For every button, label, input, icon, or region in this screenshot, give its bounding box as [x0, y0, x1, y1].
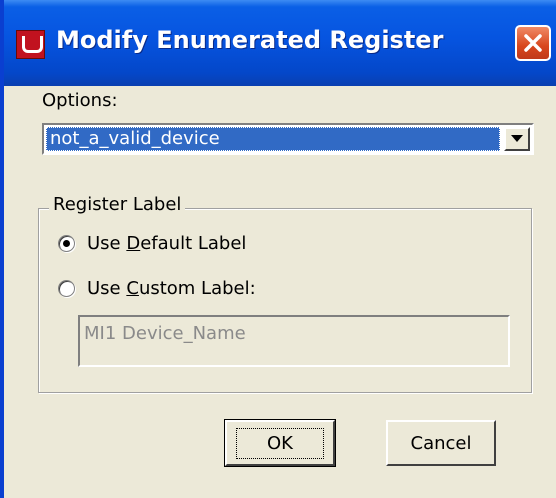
- options-dropdown[interactable]: not_a_valid_device: [42, 123, 534, 155]
- register-label-legend: Register Label: [49, 194, 186, 215]
- default-label-text: Use Default Label: [87, 233, 247, 254]
- options-label: Options:: [42, 90, 118, 111]
- app-icon: [16, 30, 45, 59]
- ok-button-label: OK: [236, 427, 324, 459]
- close-icon: [524, 34, 542, 52]
- window-title: Modify Enumerated Register: [56, 26, 444, 54]
- chevron-down-icon: [511, 135, 523, 142]
- custom-label-field[interactable]: MI1 Device_Name: [78, 315, 510, 367]
- cancel-button[interactable]: Cancel: [386, 420, 496, 466]
- use-default-label-option[interactable]: Use Default Label: [58, 233, 246, 254]
- ok-button[interactable]: OK: [224, 419, 336, 467]
- custom-label-text: Use Custom Label:: [87, 278, 256, 299]
- title-bar[interactable]: Modify Enumerated Register: [4, 0, 556, 86]
- close-button[interactable]: [515, 25, 551, 61]
- dropdown-arrow-button[interactable]: [504, 127, 530, 151]
- use-custom-label-option[interactable]: Use Custom Label:: [58, 278, 256, 299]
- options-selected-value[interactable]: not_a_valid_device: [46, 127, 500, 151]
- default-label-radio[interactable]: [58, 235, 75, 252]
- custom-label-radio[interactable]: [58, 280, 75, 297]
